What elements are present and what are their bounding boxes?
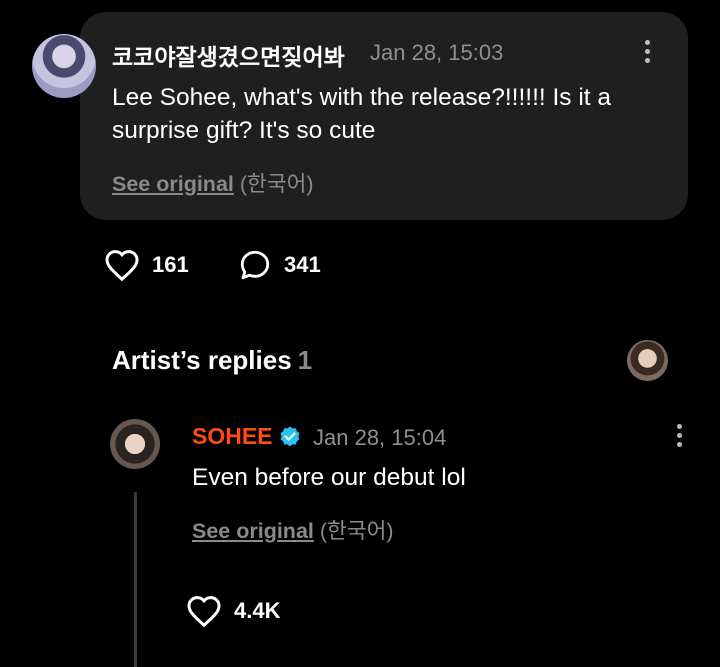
artist-replies-count: 1 (297, 345, 313, 375)
more-vertical-icon[interactable] (644, 40, 652, 67)
post-body: Lee Sohee, what's with the release?!!!!!… (112, 84, 612, 144)
post-translation-note: See original (한국어) (112, 167, 314, 198)
artist-avatar-small[interactable] (627, 340, 668, 381)
post-like-button[interactable]: 161 (104, 248, 189, 282)
thread-line (134, 492, 137, 667)
original-language-label: (한국어) (239, 172, 314, 196)
post-author-avatar[interactable] (32, 34, 96, 98)
reply-author[interactable]: SOHEE (192, 423, 302, 450)
comment-icon (240, 250, 270, 280)
see-original-link[interactable]: See original (112, 172, 234, 196)
verified-badge-icon (280, 426, 299, 446)
post-comment-button[interactable]: 341 (238, 248, 321, 282)
reply-like-count: 4.4K (234, 598, 281, 623)
post-author-name[interactable]: 코코야잘생겼으면짖어봐 (112, 38, 345, 72)
reply-author-avatar[interactable] (110, 419, 160, 469)
original-language-label: (한국어) (319, 519, 394, 543)
post-timestamp: Jan 28, 15:03 (370, 40, 504, 65)
artist-replies-heading: Artist’s replies 1 (112, 345, 312, 376)
post-comment-count: 341 (284, 252, 321, 277)
post-like-count: 161 (152, 252, 189, 277)
reply-author-name: SOHEE (192, 423, 273, 449)
reply-body: Even before our debut lol (192, 464, 466, 491)
reply-timestamp: Jan 28, 15:04 (313, 425, 447, 450)
more-vertical-icon[interactable] (676, 424, 684, 451)
reply-translation-note: See original (한국어) (192, 514, 394, 545)
artist-replies-title: Artist’s replies (112, 345, 292, 375)
heart-icon (187, 596, 221, 628)
see-original-link[interactable]: See original (192, 519, 314, 543)
reply-like-button[interactable]: 4.4K (186, 594, 280, 628)
heart-icon (105, 250, 139, 282)
